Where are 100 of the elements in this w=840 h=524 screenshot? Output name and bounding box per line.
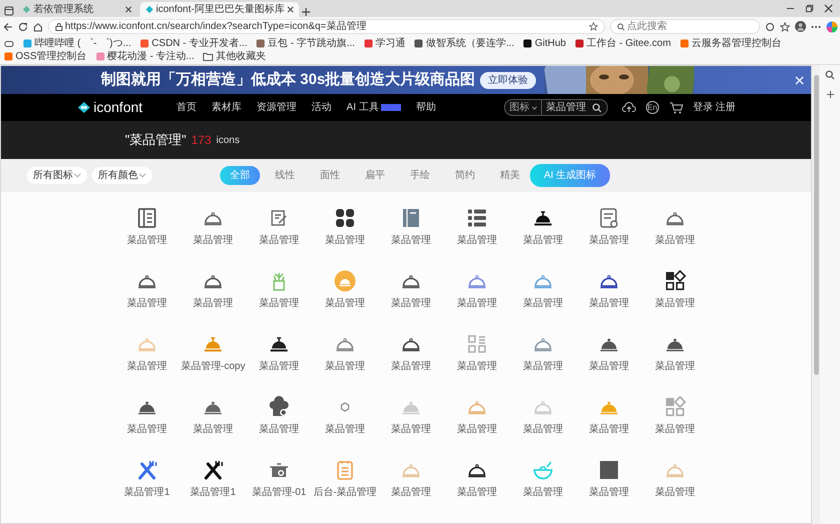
- scope-dropdown[interactable]: 图标: [505, 100, 542, 115]
- upload-icon[interactable]: [622, 102, 636, 113]
- icon-label: 菜品管理: [391, 487, 431, 499]
- icon-label: 菜品管理: [325, 298, 365, 310]
- nav-link[interactable]: 资源管理: [256, 100, 297, 115]
- icon-label: 菜品管理: [391, 361, 431, 373]
- icon-label: 菜品管理1: [124, 487, 170, 499]
- bookmark[interactable]: OSS管理控制台: [4, 50, 87, 63]
- filter-dropdown[interactable]: 所有图标: [27, 167, 87, 184]
- icon-label: 菜品管理: [589, 235, 629, 247]
- close-icon[interactable]: [125, 6, 132, 13]
- bookmark[interactable]: 其他收藏夹: [203, 50, 266, 63]
- ad-banner[interactable]: 制图就用「万相营造」低成本 30s批量创造大片级商品图 立即体验: [1, 66, 812, 94]
- address-bar[interactable]: https://www.iconfont.cn/search/index?searchType=icon&q=菜品管理: [48, 19, 604, 34]
- grid-icon[interactable]: [333, 206, 357, 230]
- icon-label: 菜品管理: [457, 235, 497, 247]
- icon-label: 菜品管理: [457, 487, 497, 499]
- icon-label: 菜品管理: [325, 361, 365, 373]
- bookmark[interactable]: 樱花动漫 - 专注动...: [96, 50, 194, 63]
- browser-tab[interactable]: 若依管理系统: [17, 2, 137, 17]
- icon-label: 菜品管理: [655, 487, 695, 499]
- restore-icon[interactable]: [804, 4, 814, 13]
- add-icon[interactable]: [826, 90, 835, 99]
- nav-link[interactable]: 素材库: [212, 100, 242, 115]
- search-icon[interactable]: [825, 70, 836, 80]
- square-icon[interactable]: [597, 458, 621, 482]
- icon-label: 菜品管理: [523, 487, 563, 499]
- avatar-icon[interactable]: [794, 21, 806, 32]
- bookmark[interactable]: 学习通: [364, 37, 406, 50]
- bookmark[interactable]: 豆包 - 字节跳动旗...: [256, 37, 355, 50]
- icon-label: 菜品管理: [391, 424, 431, 436]
- search-icon[interactable]: [592, 102, 602, 112]
- caret-icon: [532, 106, 537, 110]
- close-icon[interactable]: [286, 6, 294, 13]
- try-now-button[interactable]: 立即体验: [480, 72, 536, 88]
- copilot-icon[interactable]: [826, 20, 838, 32]
- result-unit: icons: [216, 134, 240, 148]
- cart-icon[interactable]: [668, 102, 683, 114]
- icon-label: 菜品管理: [589, 298, 629, 310]
- icon-label: 菜品管理: [589, 424, 629, 436]
- bookmark[interactable]: 云服务器管理控制台: [680, 37, 782, 50]
- scrollbar[interactable]: [812, 65, 820, 524]
- icon-label: 菜品管理: [193, 235, 233, 247]
- logo-icon[interactable]: [77, 101, 91, 114]
- nav-link[interactable]: 首页: [176, 100, 197, 115]
- icon-label: 菜品管理: [259, 424, 299, 436]
- style-filter-tab[interactable]: 面性: [310, 166, 350, 185]
- icon-label: 菜品管理-copy: [180, 361, 246, 373]
- bookmark[interactable]: GitHub: [523, 37, 566, 50]
- icon-label: 菜品管理: [589, 361, 629, 373]
- style-filter-tab[interactable]: 手绘: [400, 166, 440, 185]
- back-icon[interactable]: [2, 22, 12, 32]
- browser-search-field[interactable]: 点此搜索: [610, 19, 760, 34]
- nav-link[interactable]: 活动: [312, 100, 332, 115]
- icon-label: 菜品管理: [193, 424, 233, 436]
- bookmark[interactable]: 工作台 - Gitee.com: [574, 37, 671, 50]
- more-icon[interactable]: [810, 24, 820, 28]
- icon-label: 菜品管理: [523, 424, 563, 436]
- bookmark[interactable]: CSDN - 专业开发者...: [140, 37, 248, 50]
- icon-label: 菜品管理: [589, 487, 629, 499]
- tab-favicon-icon: [22, 5, 31, 14]
- favorites-icon[interactable]: [780, 22, 790, 32]
- icon-label: 菜品管理1: [190, 487, 236, 499]
- nav-link[interactable]: 帮助: [416, 100, 436, 115]
- language-button[interactable]: En: [646, 101, 659, 114]
- icon-label: 菜品管理: [457, 361, 497, 373]
- icon-label: 菜品管理: [457, 298, 497, 310]
- icon-label: 菜品管理: [523, 361, 563, 373]
- reload-icon[interactable]: [18, 22, 28, 32]
- browser-tab[interactable]: iconfont-阿里巴巴矢量图标库: [140, 2, 299, 17]
- chef-hat-icon[interactable]: [267, 395, 291, 419]
- style-filter-tab[interactable]: 精美: [490, 166, 530, 185]
- home-icon[interactable]: [32, 22, 42, 32]
- icon-label: 菜品管理: [259, 361, 299, 373]
- new-tab-icon[interactable]: [301, 7, 312, 17]
- logo-text[interactable]: iconfont: [94, 97, 143, 118]
- icon-label: 菜品管理-01: [252, 487, 306, 499]
- document-icon[interactable]: [135, 206, 159, 230]
- close-icon[interactable]: [824, 4, 832, 13]
- bookmark[interactable]: 做智系统（要连学...: [414, 37, 514, 50]
- register-link[interactable]: 注册: [715, 100, 736, 115]
- style-filter-tab[interactable]: 扁平: [355, 166, 395, 185]
- filter-dropdown[interactable]: 所有颜色: [92, 167, 152, 184]
- bookmark[interactable]: 哔哩哔哩 ( ゜- ゜)つ...: [23, 37, 132, 50]
- icon-label: 菜品管理: [457, 424, 497, 436]
- tab-actions-icon[interactable]: [2, 5, 14, 17]
- icon-label: 菜品管理: [127, 361, 167, 373]
- icon-label: 菜品管理: [655, 424, 695, 436]
- style-filter-tab[interactable]: 简约: [445, 166, 485, 185]
- search-field[interactable]: 图标 菜品管理: [504, 99, 608, 116]
- nav-link[interactable]: AI 工具: [346, 100, 379, 115]
- icon-label: 菜品管理: [655, 361, 695, 373]
- tab-favicon-icon: [144, 5, 154, 14]
- favorite-star-icon[interactable]: [588, 22, 598, 31]
- apps-icon[interactable]: [663, 269, 687, 293]
- style-filter-tab[interactable]: 线性: [265, 166, 305, 185]
- icon-label: 菜品管理: [325, 424, 365, 436]
- icon-label: 菜品管理: [325, 235, 365, 247]
- login-link[interactable]: 登录: [692, 100, 713, 115]
- lock-icon: [54, 22, 62, 30]
